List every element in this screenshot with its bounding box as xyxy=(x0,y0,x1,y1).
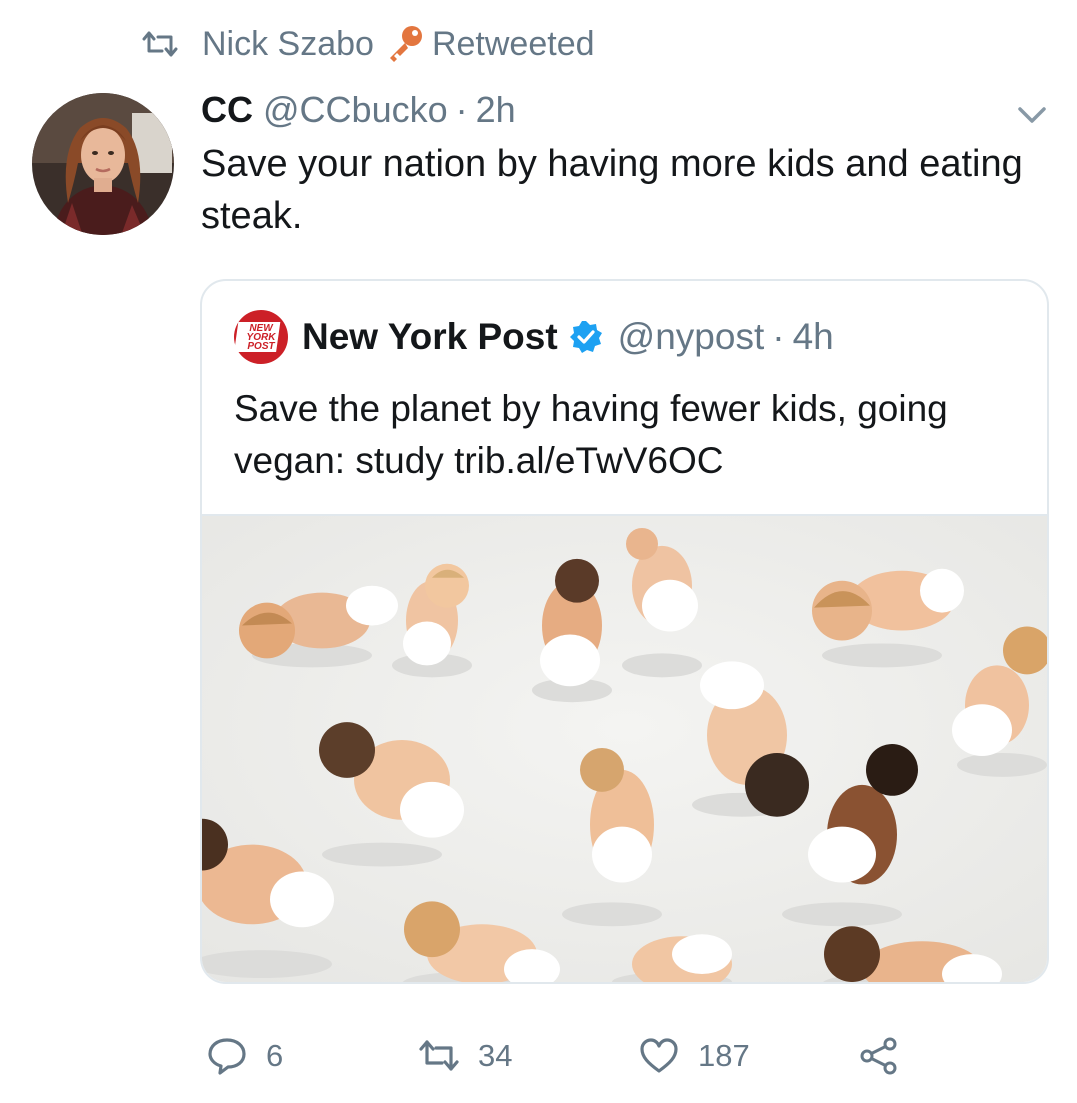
nypost-logo: NEW YORK POST xyxy=(234,310,288,364)
like-count: 187 xyxy=(698,1038,750,1073)
retweeter-name[interactable]: Nick Szabo xyxy=(202,25,374,64)
quoted-separator-dot: · xyxy=(772,316,785,357)
quoted-tweet-media[interactable] xyxy=(202,514,1047,982)
like-icon xyxy=(640,1038,678,1073)
tweet-header: CC @CCbucko · 2h xyxy=(201,84,516,136)
separator-dot: · xyxy=(455,89,468,130)
retweeted-label: Retweeted xyxy=(431,24,595,63)
quoted-tweet[interactable]: NEW YORK POST New York Post @nypost · 4h… xyxy=(200,279,1049,984)
quoted-tweet-header: NEW YORK POST New York Post @nypost · 4h xyxy=(234,310,834,364)
reply-icon xyxy=(208,1038,246,1075)
reply-button[interactable]: 6 xyxy=(206,1030,283,1082)
tweet-text: Save your nation by having more kids and… xyxy=(201,143,1023,237)
avatar[interactable] xyxy=(32,93,174,235)
babies-photo xyxy=(202,516,1047,982)
user-handle[interactable]: @CCbucko xyxy=(263,89,448,131)
retweet-icon xyxy=(142,31,178,57)
nypost-logo-line3: POST xyxy=(247,341,275,352)
reply-count: 6 xyxy=(266,1038,284,1073)
retweet-count: 34 xyxy=(478,1038,513,1073)
share-icon xyxy=(860,1037,897,1075)
quoted-tweet-text: Save the planet by having fewer kids, go… xyxy=(234,388,948,481)
display-name[interactable]: CC xyxy=(201,89,253,131)
share-button[interactable] xyxy=(858,1030,918,1082)
quoted-tweet-time[interactable]: 4h xyxy=(793,316,834,358)
key-emoji-icon xyxy=(389,26,422,62)
quoted-display-name[interactable]: New York Post xyxy=(302,316,558,358)
chevron-down-icon[interactable] xyxy=(1014,100,1050,130)
retweet-context: Nick Szabo Retweeted xyxy=(140,22,595,66)
tweet-actions: 6 34 187 xyxy=(0,1030,1077,1082)
verified-badge-icon xyxy=(569,321,602,353)
tweet-time[interactable]: 2h xyxy=(476,89,516,131)
like-button[interactable]: 187 xyxy=(638,1030,750,1082)
avatar-image xyxy=(32,93,174,235)
retweet-icon xyxy=(419,1040,459,1071)
retweet-button[interactable]: 34 xyxy=(418,1030,512,1082)
quoted-user-handle[interactable]: @nypost xyxy=(618,316,765,358)
